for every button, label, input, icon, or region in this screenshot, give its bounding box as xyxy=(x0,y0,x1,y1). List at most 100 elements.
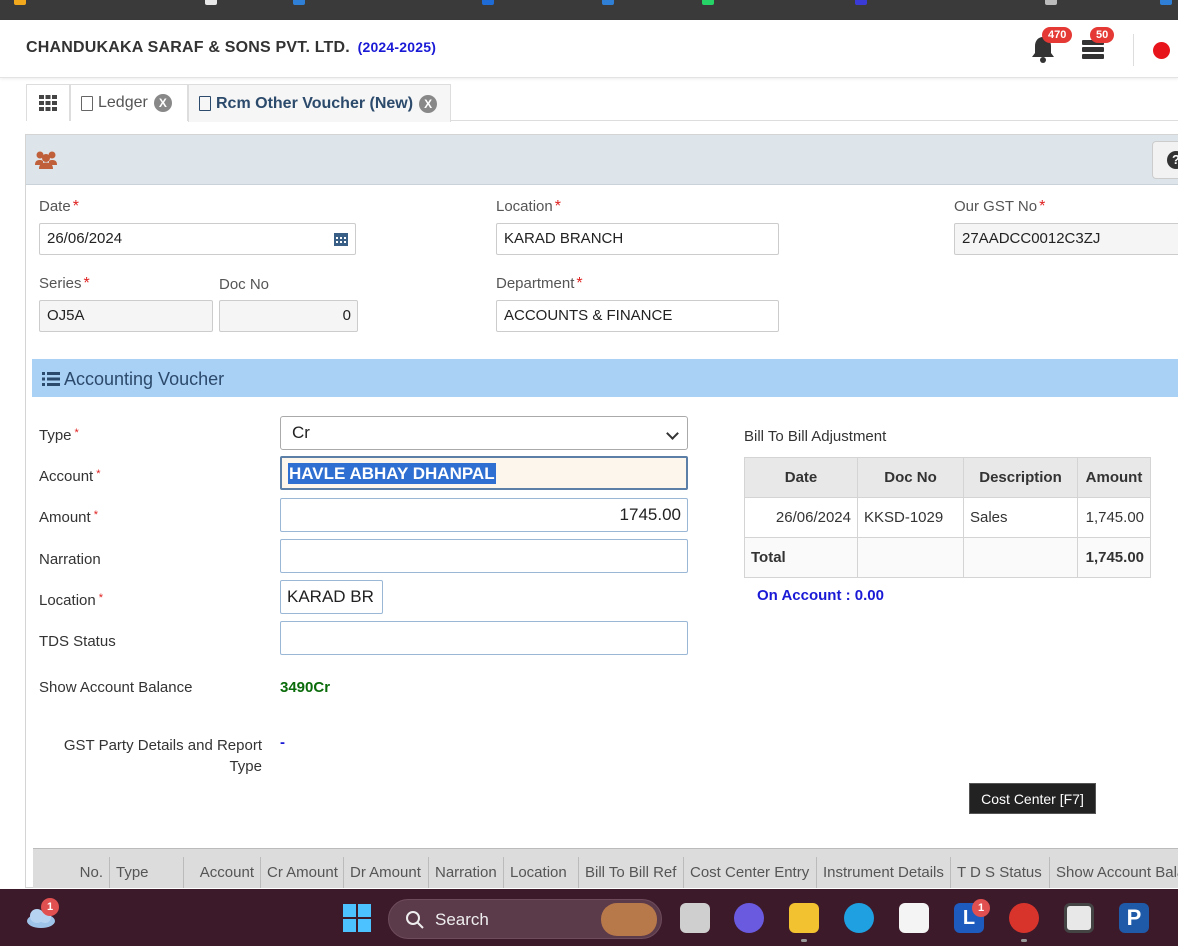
col-description: Description xyxy=(963,457,1078,498)
wps-office-icon[interactable] xyxy=(1009,903,1039,933)
edge-browser-icon[interactable] xyxy=(844,903,874,933)
voucher-location-label: Location * xyxy=(39,592,103,609)
status-dot-icon[interactable] xyxy=(1153,42,1170,59)
running-indicator xyxy=(1021,939,1027,942)
table-header-row: Date Doc No Description Amount xyxy=(744,457,1151,498)
series-field[interactable]: OJ5A xyxy=(39,300,213,332)
notification-bell-button[interactable]: 470 xyxy=(1030,27,1073,66)
location-label: Location * xyxy=(496,198,561,215)
help-button[interactable]: ? xyxy=(1152,141,1178,179)
bookmark-icon[interactable] xyxy=(482,0,494,5)
weather-widget[interactable]: 1 xyxy=(25,898,59,933)
company-title: CHANDUKAKA SARAF & SONS PVT. LTD. (2024-… xyxy=(26,39,436,57)
grid-col-bill-ref: Bill To Bill Ref xyxy=(578,857,683,888)
series-label: Series * xyxy=(39,275,90,292)
account-balance-value: 3490Cr xyxy=(280,679,331,696)
accounting-voucher-bar: Accounting Voucher xyxy=(32,359,1178,397)
gst-no-field[interactable]: 27AADCC0012C3ZJ xyxy=(954,223,1178,255)
browser-bookmark-strip xyxy=(0,0,1178,20)
teams-chat-icon[interactable] xyxy=(734,903,764,933)
total-row: Total 1,745.00 xyxy=(744,537,1151,578)
row-date: 26/06/2024 xyxy=(744,497,858,538)
close-tab-icon[interactable]: X xyxy=(153,94,172,112)
department-field[interactable]: ACCOUNTS & FINANCE xyxy=(496,300,779,332)
voucher-location-input[interactable]: KARAD BR xyxy=(280,580,383,614)
gst-party-value: - xyxy=(280,734,285,751)
narration-input[interactable] xyxy=(280,539,688,573)
tab-bar: Ledger X Rcm Other Voucher (New) X xyxy=(26,84,1178,122)
row-amount: 1,745.00 xyxy=(1077,497,1151,538)
table-row[interactable]: 26/06/2024 KKSD-1029 Sales 1,745.00 xyxy=(744,497,1151,538)
start-button[interactable] xyxy=(342,903,372,933)
app-header: CHANDUKAKA SARAF & SONS PVT. LTD. (2024-… xyxy=(0,20,1178,78)
calendar-icon[interactable] xyxy=(333,231,349,247)
col-doc-no: Doc No xyxy=(857,457,964,498)
window-app-icon[interactable] xyxy=(1064,903,1094,933)
bookmark-icon[interactable] xyxy=(14,0,26,5)
list-icon xyxy=(42,372,60,386)
amount-input[interactable]: 1745.00 xyxy=(280,498,688,532)
gst-no-label: Our GST No * xyxy=(954,198,1046,215)
task-view-icon[interactable] xyxy=(680,903,710,933)
bookmark-icon[interactable] xyxy=(293,0,305,5)
close-tab-icon[interactable]: X xyxy=(419,94,438,113)
search-highlight-image xyxy=(601,903,657,936)
doc-no-label: Doc No xyxy=(219,276,270,293)
account-value: HAVLE ABHAY DHANPAL xyxy=(288,463,496,484)
account-balance-label: Show Account Balance xyxy=(39,679,193,696)
bookmark-icon[interactable] xyxy=(1160,0,1172,5)
grid-col-no: No. xyxy=(79,864,103,881)
department-label: Department * xyxy=(496,275,583,292)
doc-no-field[interactable]: 0 xyxy=(219,300,358,332)
bookmark-icon[interactable] xyxy=(1045,0,1057,5)
grid-col-dr-amount: Dr Amount xyxy=(343,857,428,888)
header-divider xyxy=(1133,34,1134,66)
company-name: CHANDUKAKA SARAF & SONS PVT. LTD. xyxy=(26,39,350,56)
file-explorer-icon[interactable] xyxy=(789,903,819,933)
date-value: 26/06/2024 xyxy=(47,230,123,247)
apps-grid-button[interactable] xyxy=(26,84,70,121)
type-select[interactable]: Cr xyxy=(280,416,688,450)
store-icon[interactable] xyxy=(899,903,929,933)
bookmark-icon[interactable] xyxy=(855,0,867,5)
running-indicator xyxy=(801,939,807,942)
tab-ledger-label: Ledger xyxy=(98,94,148,111)
tab-rcm-other-voucher[interactable]: Rcm Other Voucher (New) X xyxy=(188,84,451,122)
on-account-text: On Account : 0.00 xyxy=(757,587,884,604)
users-icon xyxy=(35,151,57,169)
financial-year: (2024-2025) xyxy=(357,39,437,55)
col-amount: Amount xyxy=(1077,457,1151,498)
tab-ledger[interactable]: Ledger X xyxy=(70,84,188,121)
search-placeholder: Search xyxy=(435,910,489,929)
col-date: Date xyxy=(744,457,858,498)
total-label: Total xyxy=(744,537,858,578)
windows-taskbar: 1 Search L 1 P xyxy=(0,889,1178,946)
gst-party-label: GST Party Details and Report Type xyxy=(63,737,262,775)
taskbar-search[interactable]: Search xyxy=(388,899,662,939)
bookmark-icon[interactable] xyxy=(205,0,217,5)
tds-status-input[interactable] xyxy=(280,621,688,655)
account-input[interactable]: HAVLE ABHAY DHANPAL xyxy=(280,456,688,490)
grid-col-account: Account xyxy=(183,857,260,888)
location-field[interactable]: KARAD BRANCH xyxy=(496,223,779,255)
document-icon xyxy=(199,96,211,111)
l-app-badge: 1 xyxy=(972,899,990,917)
grid-col-cost-center: Cost Center Entry xyxy=(683,857,816,888)
grid-col-location: Location xyxy=(503,857,578,888)
search-icon xyxy=(406,911,424,929)
section-title: Accounting Voucher xyxy=(64,369,225,389)
date-field[interactable]: 26/06/2024 xyxy=(39,223,356,255)
tasks-button[interactable]: 50 xyxy=(1080,27,1115,66)
bookmark-icon[interactable] xyxy=(602,0,614,5)
voucher-grid-header: No. Type Account Cr Amount Dr Amount Nar… xyxy=(33,848,1178,888)
type-selected-value: Cr xyxy=(292,423,310,442)
narration-label: Narration xyxy=(39,551,101,568)
grid-col-instrument: Instrument Details xyxy=(816,857,950,888)
weather-badge: 1 xyxy=(41,898,59,916)
total-amount: 1,745.00 xyxy=(1077,537,1151,578)
panel-header: ? xyxy=(26,135,1178,185)
p-app-icon[interactable]: P xyxy=(1119,903,1149,933)
date-label: Date * xyxy=(39,198,79,215)
whatsapp-icon[interactable] xyxy=(702,0,714,5)
grid-col-cr-amount: Cr Amount xyxy=(260,857,343,888)
